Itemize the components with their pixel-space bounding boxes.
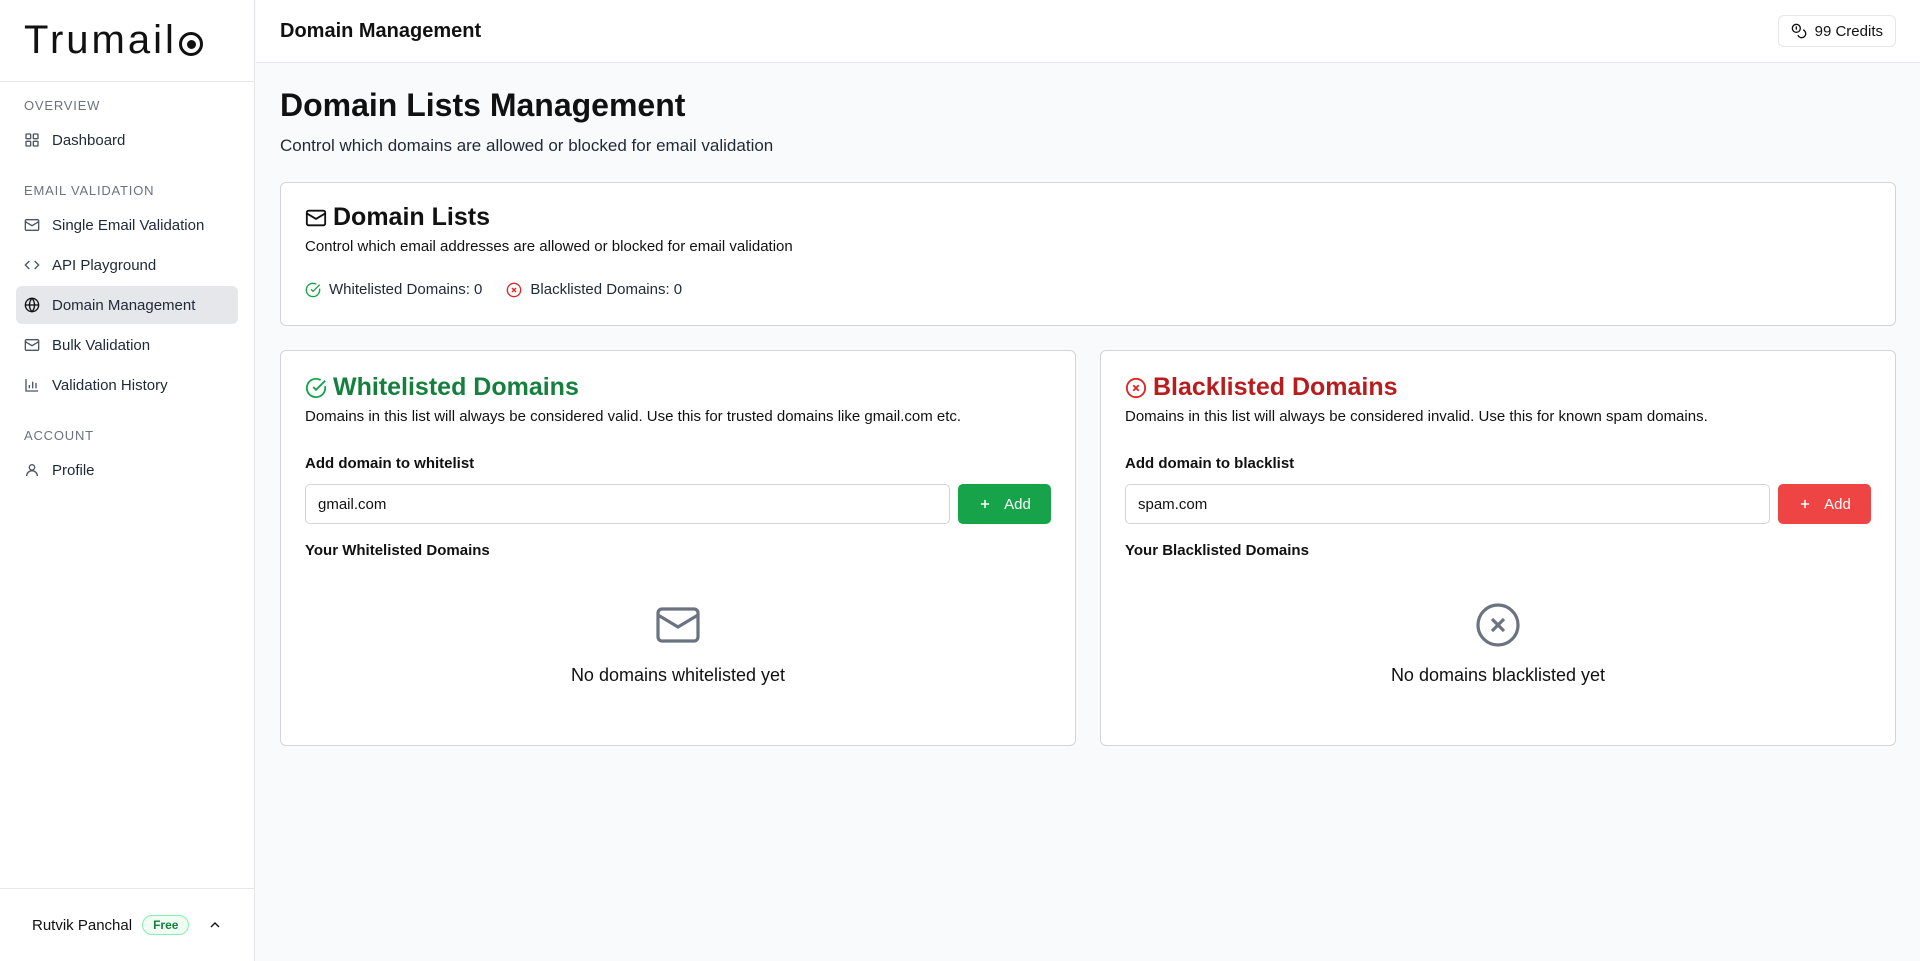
blacklist-description: Domains in this list will always be cons… (1125, 408, 1708, 425)
logo[interactable]: Trumail (0, 0, 254, 82)
chevron-up-icon[interactable] (207, 917, 223, 933)
blacklist-list-label: Your Blacklisted Domains (1125, 542, 1309, 559)
whitelist-card: Whitelisted Domains Domains in this list… (280, 350, 1076, 746)
blacklist-domain-input[interactable] (1125, 484, 1770, 524)
sidebar-item-label: Validation History (52, 376, 168, 394)
mail-icon (24, 339, 40, 351)
sidebar-item-profile[interactable]: Profile (16, 451, 238, 489)
credits-button[interactable]: 99 Credits (1777, 15, 1896, 47)
sidebar-item-label: Bulk Validation (52, 336, 151, 354)
x-circle-icon (1476, 603, 1520, 647)
blacklisted-count-text: Blacklisted Domains: 0 (530, 281, 683, 298)
coins-icon (1791, 23, 1806, 39)
sidebar-item-label: Domain Management (52, 296, 196, 314)
sidebar-item-single-email-validation[interactable]: Single Email Validation (16, 206, 238, 244)
plus-icon (981, 499, 990, 509)
add-whitelist-button[interactable]: Add (958, 484, 1051, 524)
card-description: Control which email addresses are allowe… (305, 238, 793, 255)
sidebar-item-label: API Playground (52, 256, 157, 274)
x-circle-icon (507, 282, 522, 297)
domain-counts: Whitelisted Domains: 0 Blacklisted Domai… (305, 281, 1871, 298)
grid-icon (25, 133, 39, 147)
add-blacklist-button-label: Add (1824, 495, 1851, 513)
blacklist-empty-state: No domains blacklisted yet (1125, 601, 1871, 686)
nav-section-email-validation: EMAIL VALIDATION Single Email Validation… (0, 161, 254, 404)
blacklisted-count: Blacklisted Domains: 0 (506, 281, 682, 298)
plus-icon (1801, 499, 1810, 509)
blacklist-input-row: Add (1125, 484, 1871, 524)
blacklist-field-label: Add domain to blacklist (1125, 455, 1295, 472)
add-blacklist-button[interactable]: Add (1778, 484, 1871, 524)
plan-badge: Free (142, 915, 190, 935)
globe-icon (24, 297, 40, 313)
blacklist-empty-text: No domains blacklisted yet (1390, 665, 1606, 685)
mail-icon (24, 219, 40, 231)
whitelist-description: Domains in this list will always be cons… (305, 408, 962, 425)
domain-list-columns: Whitelisted Domains Domains in this list… (280, 350, 1896, 746)
nav-section-account: ACCOUNT Profile (0, 406, 254, 489)
credits-label: 99 Credits (1814, 22, 1883, 40)
nav-heading: OVERVIEW (24, 98, 101, 113)
whitelist-domain-input[interactable] (305, 484, 950, 524)
sidebar-item-bulk-validation[interactable]: Bulk Validation (16, 326, 238, 364)
logo-mark-icon (178, 31, 203, 56)
mail-icon (305, 209, 327, 226)
topbar: Domain Management 99 Credits (256, 0, 1920, 63)
page-subtitle: Control which domains are allowed or blo… (280, 136, 774, 155)
blacklist-card: Blacklisted Domains Domains in this list… (1100, 350, 1896, 746)
whitelist-title-text: Whitelisted Domains (333, 373, 579, 401)
whitelist-input-row: Add (305, 484, 1051, 524)
whitelist-empty-text: No domains whitelisted yet (570, 665, 786, 685)
sidebar-item-label: Dashboard (52, 131, 126, 149)
whitelist-field-label: Add domain to whitelist (305, 455, 475, 472)
card-title-text: Domain Lists (333, 203, 490, 231)
logo-text: Trumail (24, 18, 177, 62)
sidebar-item-label: Profile (52, 461, 95, 479)
user-name: Rutvik Panchal (32, 916, 133, 934)
user-icon (26, 464, 38, 477)
nav-heading: EMAIL VALIDATION (24, 183, 155, 198)
nav-heading: ACCOUNT (24, 428, 94, 443)
whitelist-title: Whitelisted Domains (305, 373, 1051, 402)
add-whitelist-button-label: Add (1004, 495, 1031, 513)
sidebar-item-validation-history[interactable]: Validation History (16, 366, 238, 404)
user-menu[interactable]: Rutvik Panchal Free (0, 888, 255, 961)
check-circle-icon (305, 282, 321, 297)
whitelisted-count-text: Whitelisted Domains: 0 (329, 281, 483, 298)
blacklist-title: Blacklisted Domains (1125, 373, 1871, 402)
sidebar-item-label: Single Email Validation (52, 216, 205, 234)
mail-icon (656, 607, 700, 643)
whitelist-list-label: Your Whitelisted Domains (305, 542, 490, 559)
card-title: Domain Lists (305, 203, 1871, 232)
sidebar-item-dashboard[interactable]: Dashboard (16, 121, 238, 159)
nav-section-overview: OVERVIEW Dashboard (0, 82, 254, 159)
main-content: Domain Lists Management Control which do… (280, 63, 1896, 746)
page-title: Domain Lists Management (280, 87, 686, 123)
check-circle-icon (305, 377, 327, 398)
blacklist-title-text: Blacklisted Domains (1153, 373, 1398, 401)
x-circle-icon (1125, 377, 1147, 398)
code-icon (24, 260, 40, 270)
bar-chart-icon (25, 379, 38, 392)
sidebar-item-api-playground[interactable]: API Playground (16, 246, 238, 284)
sidebar: Trumail OVERVIEW Dashboard EMAIL VALIDAT… (0, 0, 255, 961)
domain-lists-card: Domain Lists Control which email address… (280, 182, 1896, 326)
whitelisted-count: Whitelisted Domains: 0 (305, 281, 482, 298)
topbar-title: Domain Management (280, 19, 482, 42)
whitelist-empty-state: No domains whitelisted yet (305, 601, 1051, 686)
sidebar-item-domain-management[interactable]: Domain Management (16, 286, 238, 324)
